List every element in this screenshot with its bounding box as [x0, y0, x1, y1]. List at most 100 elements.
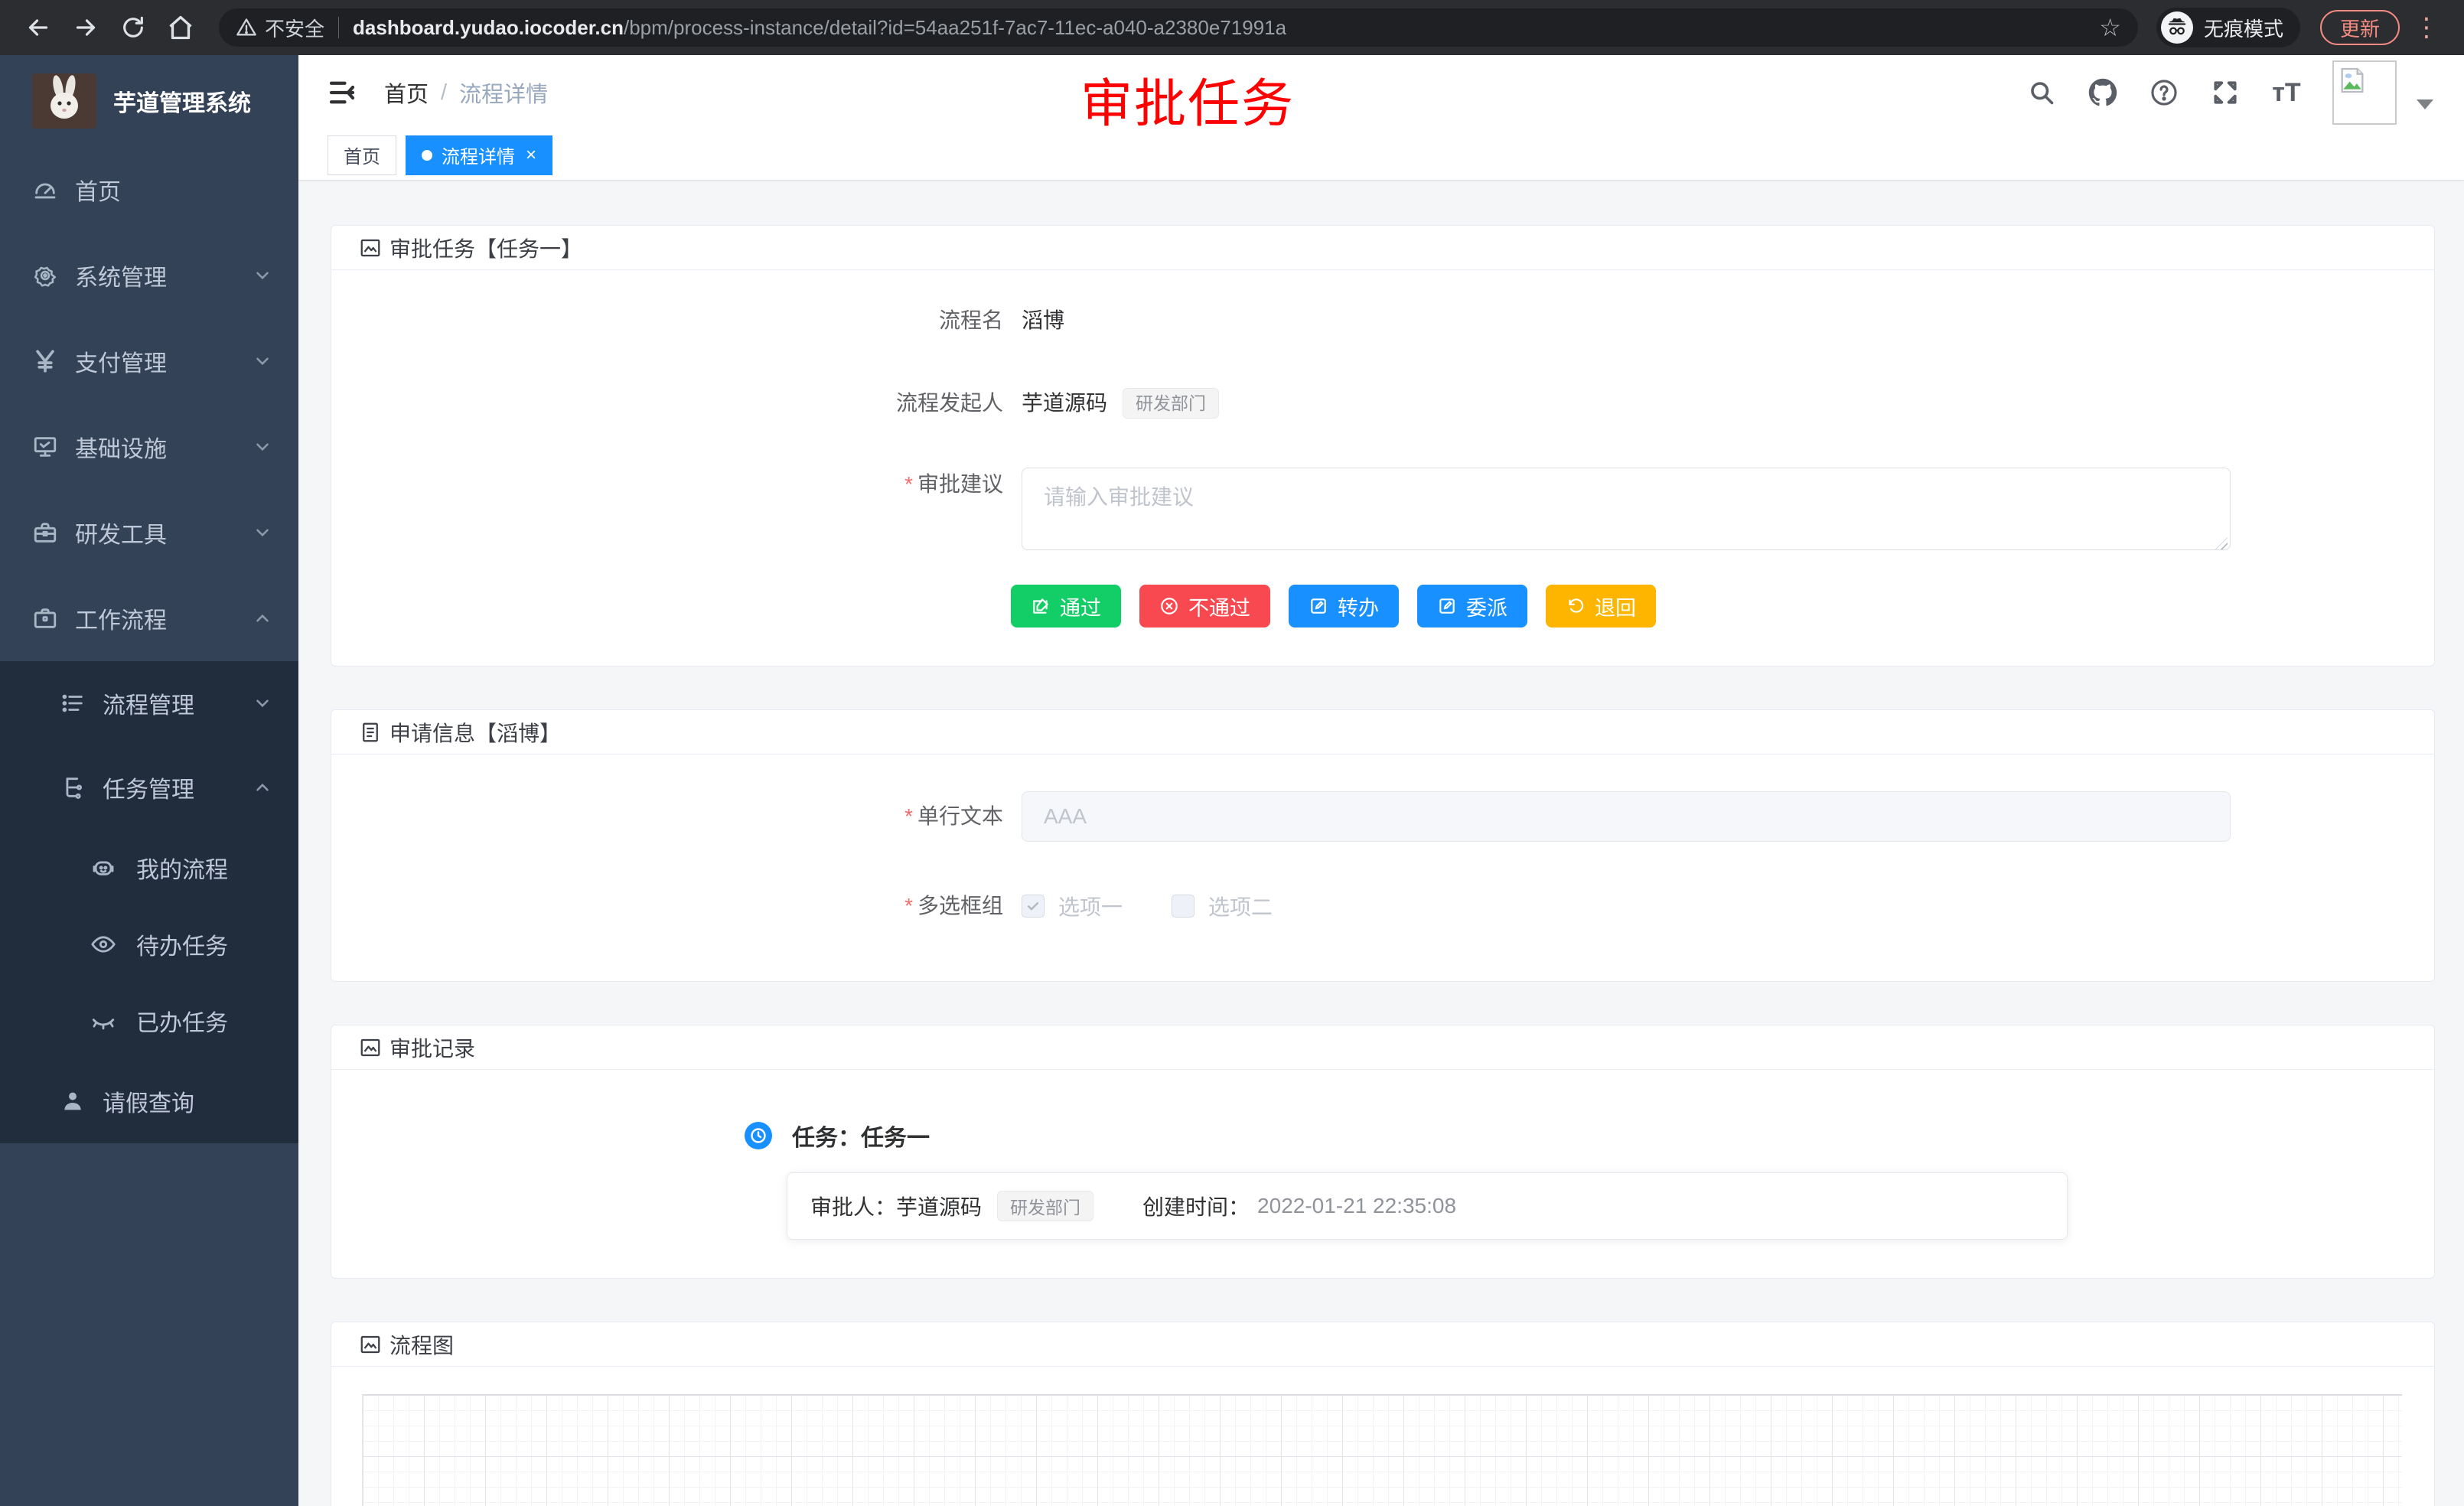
- monitor-icon: [32, 434, 58, 460]
- home-icon[interactable]: [161, 8, 200, 47]
- initiator-value: 芋道源码 研发部门: [1022, 386, 1219, 420]
- approve-actions: 通过 不通过 转办 委派: [1011, 585, 2434, 628]
- sidebar-item-system[interactable]: 系统管理: [0, 233, 298, 318]
- card-title: 申请信息【滔博】: [389, 717, 561, 748]
- page-content: 审批任务【任务一】 流程名 滔博 流程发起人 芋道源码 研发部门: [298, 181, 2464, 1506]
- field-label: 流程发起人: [331, 386, 1022, 420]
- tag-close-icon[interactable]: ×: [526, 145, 536, 166]
- broken-image-icon: [2337, 65, 2368, 96]
- url-path: /bpm/process-instance/detail?id=54aa251f…: [624, 16, 1286, 39]
- approve-record-card: 审批记录 任务：任务一 审批人： 芋道源码 研发部门 创建时间： 202: [331, 1025, 2435, 1279]
- url-domain: dashboard.yudao.iocoder.cn: [353, 16, 624, 39]
- browser-toolbar: 不安全 dashboard.yudao.iocoder.cn/bpm/proce…: [0, 0, 2464, 55]
- tags-view: 首页 流程详情 ×: [298, 130, 2464, 181]
- chrome-menu-icon[interactable]: ⋮: [2407, 12, 2446, 43]
- field-label: *多选框组: [331, 889, 1022, 923]
- process-name-value: 滔博: [1022, 304, 1064, 337]
- card-title: 审批记录: [389, 1032, 475, 1063]
- gear-icon: [32, 262, 58, 288]
- sidebar-item-leave-query[interactable]: 请假查询: [0, 1059, 298, 1143]
- form-row-single-text: *单行文本: [331, 791, 2434, 842]
- breadcrumb: 首页 / 流程详情: [384, 77, 548, 109]
- sidebar-fold-icon[interactable]: [326, 77, 358, 109]
- picture-icon: [359, 1036, 382, 1059]
- tag-home[interactable]: 首页: [328, 135, 396, 175]
- checkbox-label: 选项一: [1058, 891, 1123, 921]
- sidebar-item-my-process[interactable]: 我的流程: [0, 830, 298, 906]
- tag-process-detail[interactable]: 流程详情 ×: [406, 135, 552, 175]
- forward-icon[interactable]: [66, 8, 106, 47]
- checkbox-option-1: 选项一: [1022, 891, 1123, 921]
- chevron-down-icon: [253, 266, 272, 285]
- toolbox-icon: [32, 520, 58, 546]
- sidebar-item-label: 请假查询: [103, 1084, 194, 1118]
- pass-button[interactable]: 通过: [1011, 585, 1121, 628]
- omnibox-divider: [338, 17, 339, 38]
- approver-name: 芋道源码: [896, 1191, 982, 1221]
- document-icon: [359, 721, 382, 744]
- user-icon: [60, 1088, 86, 1114]
- warning-triangle-icon: [236, 17, 257, 38]
- back-icon[interactable]: [18, 8, 58, 47]
- approver-dept-tag: 研发部门: [997, 1191, 1093, 1221]
- search-icon[interactable]: [2026, 77, 2057, 108]
- reload-icon[interactable]: [113, 8, 153, 47]
- fullscreen-icon[interactable]: [2210, 77, 2241, 108]
- button-label: 不通过: [1188, 592, 1250, 621]
- sidebar-item-label: 工作流程: [75, 601, 167, 635]
- sidebar-logo[interactable]: 芋道管理系统: [0, 55, 298, 147]
- sidebar: 芋道管理系统 首页 系统管理 支付管理 基础设施 研发工具: [0, 55, 298, 1506]
- address-bar[interactable]: 不安全 dashboard.yudao.iocoder.cn/bpm/proce…: [219, 8, 2138, 47]
- form-row-process-name: 流程名 滔博: [331, 304, 2434, 337]
- dashboard-icon: [32, 177, 58, 203]
- return-button[interactable]: 退回: [1546, 585, 1656, 628]
- field-label: 流程名: [331, 304, 1022, 337]
- button-label: 转办: [1338, 592, 1379, 621]
- sidebar-item-devtools[interactable]: 研发工具: [0, 490, 298, 575]
- main-area: 首页 / 流程详情 审批任务 ᴛT: [298, 55, 2464, 1506]
- sidebar-item-label: 系统管理: [75, 259, 167, 292]
- approve-task-card: 审批任务【任务一】 流程名 滔博 流程发起人 芋道源码 研发部门: [331, 225, 2435, 667]
- chrome-update-button[interactable]: 更新: [2320, 10, 2400, 45]
- sidebar-item-process-mgmt[interactable]: 流程管理: [0, 661, 298, 745]
- transfer-button[interactable]: 转办: [1289, 585, 1399, 628]
- tag-label: 流程详情: [442, 142, 515, 168]
- sidebar-item-home[interactable]: 首页: [0, 147, 298, 233]
- picture-icon: [359, 236, 382, 259]
- checkbox-unchecked-icon: [1172, 895, 1195, 918]
- initiator-name: 芋道源码: [1022, 386, 1107, 420]
- avatar-caret-icon[interactable]: [2417, 99, 2433, 109]
- advice-textarea[interactable]: [1022, 468, 2231, 550]
- bookmark-star-icon[interactable]: ☆: [2099, 13, 2121, 42]
- button-label: 委派: [1466, 592, 1507, 621]
- breadcrumb-home[interactable]: 首页: [384, 77, 429, 109]
- delegate-button[interactable]: 委派: [1417, 585, 1527, 628]
- sidebar-item-label: 支付管理: [75, 344, 167, 378]
- security-indicator[interactable]: 不安全: [236, 14, 324, 42]
- briefcase-icon: [32, 605, 58, 631]
- approve-record-card-body: 任务：任务一 审批人： 芋道源码 研发部门 创建时间： 2022-01-21 2…: [331, 1070, 2434, 1278]
- help-icon[interactable]: [2149, 77, 2179, 108]
- approve-task-card-header: 审批任务【任务一】: [331, 226, 2434, 270]
- font-size-icon[interactable]: ᴛT: [2271, 77, 2302, 108]
- sidebar-item-done-tasks[interactable]: 已办任务: [0, 983, 298, 1059]
- apply-info-card: 申请信息【滔博】 *单行文本 *多选框组: [331, 709, 2435, 982]
- incognito-label: 无痕模式: [2204, 14, 2283, 42]
- reject-button[interactable]: 不通过: [1139, 585, 1270, 628]
- sidebar-item-workflow[interactable]: 工作流程: [0, 575, 298, 661]
- sidebar-item-infra[interactable]: 基础设施: [0, 404, 298, 490]
- chevron-down-icon: [253, 437, 272, 457]
- page-header: 首页 / 流程详情 审批任务 ᴛT: [298, 55, 2464, 130]
- checkbox-option-2: 选项二: [1172, 891, 1273, 921]
- sidebar-item-payment[interactable]: 支付管理: [0, 318, 298, 404]
- header-actions: ᴛT: [2026, 60, 2433, 125]
- sidebar-item-label: 研发工具: [75, 516, 167, 549]
- record-detail-card[interactable]: 审批人： 芋道源码 研发部门 创建时间： 2022-01-21 22:35:08: [787, 1172, 2068, 1240]
- bpmn-canvas[interactable]: [362, 1394, 2402, 1506]
- edit-icon: [1309, 596, 1328, 616]
- github-icon[interactable]: [2088, 77, 2118, 108]
- avatar[interactable]: [2332, 60, 2397, 125]
- robot-face-icon: [90, 855, 116, 881]
- sidebar-item-task-mgmt[interactable]: 任务管理: [0, 745, 298, 830]
- sidebar-item-todo-tasks[interactable]: 待办任务: [0, 906, 298, 983]
